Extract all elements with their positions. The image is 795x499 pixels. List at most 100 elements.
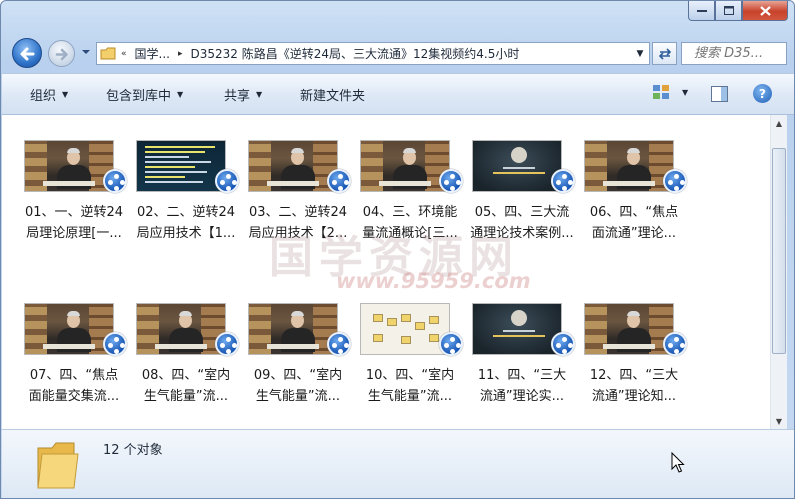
file-item[interactable]: 02、二、逆转24 局应用技术【1... bbox=[131, 140, 241, 260]
file-name: 08、四、“室内 生气能量”流... bbox=[131, 365, 241, 407]
video-file-icon bbox=[215, 332, 239, 356]
file-name: 03、二、逆转24 局应用技术【2... bbox=[243, 202, 353, 244]
command-bar: 组织 ▼ 包含到库中 ▼ 共享 ▼ 新建文件夹 ▼ ? bbox=[2, 73, 794, 115]
file-name: 06、四、“焦点 面流通”理论... bbox=[579, 202, 689, 244]
file-name-line2: 面能量交集流... bbox=[28, 389, 120, 404]
file-name-line1: 11、四、“三大 bbox=[477, 368, 567, 383]
file-name-line1: 01、一、逆转24 bbox=[24, 205, 124, 220]
new-folder-button[interactable]: 新建文件夹 bbox=[300, 85, 365, 104]
file-name-line1: 06、四、“焦点 bbox=[589, 205, 679, 220]
file-name-line2: 生气能量”流... bbox=[255, 389, 341, 404]
vertical-scrollbar[interactable]: ▲ ▼ bbox=[770, 115, 787, 429]
view-options-icon bbox=[653, 85, 669, 99]
back-button[interactable] bbox=[12, 38, 42, 68]
breadcrumb-separator-icon[interactable]: ▸ bbox=[176, 49, 185, 59]
file-name-line2: 局理论原理[一... bbox=[26, 226, 122, 241]
preview-pane-icon[interactable] bbox=[711, 86, 728, 102]
arrow-left-icon bbox=[20, 47, 35, 61]
video-thumbnail bbox=[472, 140, 562, 192]
chevron-down-icon: ▼ bbox=[62, 90, 69, 99]
include-library-menu[interactable]: 包含到库中 ▼ bbox=[106, 85, 183, 104]
video-file-icon bbox=[551, 332, 575, 356]
minimize-button[interactable] bbox=[688, 1, 715, 21]
file-name: 01、一、逆转24 局理论原理[一... bbox=[19, 202, 129, 244]
file-item[interactable]: 07、四、“焦点 面能量交集流... bbox=[19, 303, 129, 423]
video-file-icon bbox=[551, 169, 575, 193]
file-item[interactable]: 05、四、三大流 通理论技术案例... bbox=[467, 140, 577, 260]
video-thumbnail bbox=[24, 303, 114, 355]
file-item[interactable]: 09、四、“室内 生气能量”流... bbox=[243, 303, 353, 423]
video-file-icon bbox=[663, 332, 687, 356]
file-name-line2: 面流通”理论... bbox=[591, 226, 677, 241]
file-item[interactable]: 01、一、逆转24 局理论原理[一... bbox=[19, 140, 129, 260]
file-item[interactable]: 12、四、“三大 流通”理论知... bbox=[579, 303, 689, 423]
file-item[interactable]: 04、三、环境能 量流通概论[三... bbox=[355, 140, 465, 260]
mouse-cursor-icon bbox=[671, 451, 685, 477]
file-name-line2: 局应用技术【2... bbox=[248, 226, 348, 241]
video-file-icon bbox=[439, 169, 463, 193]
chevron-down-icon[interactable]: ▼ bbox=[682, 88, 688, 97]
overflow-chevron-icon[interactable]: « bbox=[119, 49, 129, 59]
navigation-bar: « 国学... ▸ D35232 陈路昌《逆转24局、三大流通》12集视频约4.… bbox=[1, 37, 794, 69]
search-input[interactable] bbox=[694, 46, 794, 61]
scroll-down-icon[interactable]: ▼ bbox=[771, 413, 787, 429]
folder-large-icon bbox=[34, 438, 82, 492]
video-thumbnail bbox=[136, 303, 226, 355]
refresh-button[interactable] bbox=[652, 42, 677, 65]
include-library-label: 包含到库中 bbox=[106, 89, 172, 104]
video-thumbnail bbox=[24, 140, 114, 192]
file-name: 09、四、“室内 生气能量”流... bbox=[243, 365, 353, 407]
search-box[interactable] bbox=[681, 42, 794, 65]
address-bar[interactable]: « 国学... ▸ D35232 陈路昌《逆转24局、三大流通》12集视频约4.… bbox=[96, 42, 650, 65]
scrollbar-thumb[interactable] bbox=[772, 148, 786, 354]
video-thumbnail bbox=[584, 140, 674, 192]
chevron-down-icon: ▼ bbox=[177, 90, 184, 99]
address-dropdown-icon[interactable]: ▼ bbox=[631, 49, 649, 59]
file-item[interactable]: 03、二、逆转24 局应用技术【2... bbox=[243, 140, 353, 260]
help-icon[interactable]: ? bbox=[753, 84, 772, 103]
file-item[interactable]: 08、四、“室内 生气能量”流... bbox=[131, 303, 241, 423]
breadcrumb-current[interactable]: D35232 陈路昌《逆转24局、三大流通》12集视频约4.5小时 bbox=[185, 45, 526, 62]
file-name-line2: 流通”理论实... bbox=[479, 389, 565, 404]
video-thumbnail bbox=[136, 140, 226, 192]
details-pane: 12 个对象 bbox=[2, 429, 794, 498]
scroll-up-icon[interactable]: ▲ bbox=[771, 115, 787, 131]
share-label: 共享 bbox=[224, 89, 251, 104]
explorer-window: « 国学... ▸ D35232 陈路昌《逆转24局、三大流通》12集视频约4.… bbox=[0, 0, 795, 499]
video-file-icon bbox=[663, 169, 687, 193]
forward-button[interactable] bbox=[48, 40, 75, 67]
arrow-right-icon bbox=[55, 48, 68, 61]
chevron-down-icon: ▼ bbox=[256, 90, 263, 99]
file-name-line2: 生气能量”流... bbox=[367, 389, 453, 404]
file-item[interactable]: 11、四、“三大 流通”理论实... bbox=[467, 303, 577, 423]
recent-pages-dropdown[interactable] bbox=[80, 46, 92, 58]
change-view-button[interactable]: ▼ bbox=[652, 84, 688, 100]
item-count: 12 个对象 bbox=[103, 443, 163, 458]
file-name-line1: 03、二、逆转24 bbox=[248, 205, 348, 220]
close-icon bbox=[759, 5, 771, 16]
video-file-icon bbox=[103, 169, 127, 193]
file-name-line1: 05、四、三大流 bbox=[474, 205, 570, 220]
file-item[interactable]: 06、四、“焦点 面流通”理论... bbox=[579, 140, 689, 260]
video-thumbnail bbox=[472, 303, 562, 355]
organize-menu[interactable]: 组织 ▼ bbox=[30, 85, 68, 104]
video-file-icon bbox=[215, 169, 239, 193]
maximize-icon bbox=[723, 6, 734, 15]
file-name: 11、四、“三大 流通”理论实... bbox=[467, 365, 577, 407]
share-menu[interactable]: 共享 ▼ bbox=[224, 85, 262, 104]
file-name: 05、四、三大流 通理论技术案例... bbox=[467, 202, 577, 244]
video-file-icon bbox=[327, 332, 351, 356]
file-name-line1: 09、四、“室内 bbox=[253, 368, 343, 383]
new-folder-label: 新建文件夹 bbox=[300, 89, 366, 104]
video-thumbnail bbox=[360, 303, 450, 355]
file-name-line2: 通理论技术案例... bbox=[470, 226, 574, 241]
file-name-line1: 10、四、“室内 bbox=[365, 368, 455, 383]
file-name: 04、三、环境能 量流通概论[三... bbox=[355, 202, 465, 244]
close-button[interactable] bbox=[742, 1, 788, 21]
file-item[interactable]: 10、四、“室内 生气能量”流... bbox=[355, 303, 465, 423]
video-thumbnail bbox=[584, 303, 674, 355]
breadcrumb-parent[interactable]: 国学... bbox=[129, 45, 176, 62]
maximize-button[interactable] bbox=[715, 1, 742, 21]
file-name-line2: 量流通概论[三... bbox=[362, 226, 458, 241]
file-name: 02、二、逆转24 局应用技术【1... bbox=[131, 202, 241, 244]
